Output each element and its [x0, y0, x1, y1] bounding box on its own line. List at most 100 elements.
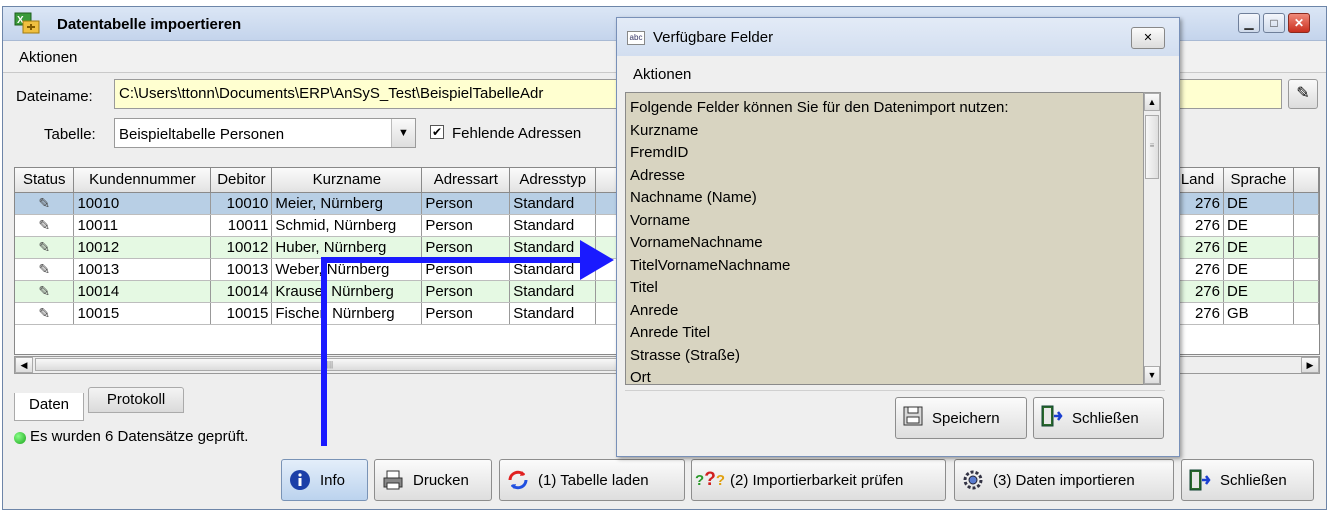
col-header-kurzname[interactable]: Kurzname — [271, 168, 423, 193]
status-edit-icon[interactable]: ✎ — [15, 192, 75, 215]
dialog-close-icon[interactable]: ✕ — [1131, 27, 1165, 49]
cell-adresstyp: Standard — [509, 236, 597, 259]
dialog-title: Verfügbare Felder — [653, 29, 774, 46]
fields-intro: Folgende Felder können Sie für den Daten… — [630, 99, 1009, 116]
scroll-down-icon[interactable]: ▼ — [1144, 366, 1160, 384]
cell-sprache: DE — [1223, 192, 1294, 215]
cell-debitor: 10012 — [210, 236, 273, 259]
dialog-menu-aktionen[interactable]: Aktionen — [633, 66, 691, 83]
cell-kundennummer: 10011 — [73, 214, 212, 237]
col-header-sprache[interactable]: Sprache — [1223, 168, 1294, 193]
table-select[interactable]: Beispieltabelle Personen ▼ — [114, 118, 416, 148]
reload-icon — [506, 468, 530, 492]
scroll-thumb[interactable]: ≡ — [1145, 115, 1159, 179]
status-edit-icon[interactable]: ✎ — [15, 258, 75, 281]
cell-filler — [1293, 236, 1319, 259]
col-header-status[interactable]: Status — [15, 168, 75, 193]
filename-label: Dateiname: — [16, 88, 93, 105]
cell-kurzname: Huber, Nürnberg — [271, 236, 423, 259]
scroll-thumb[interactable]: ||| — [35, 358, 625, 371]
field-item: Vorname — [630, 211, 691, 229]
cell-adressart: Person — [421, 302, 511, 325]
floppy-disk-icon — [902, 405, 924, 431]
cell-filler — [1293, 302, 1319, 325]
col-header-adressart[interactable]: Adressart — [421, 168, 511, 193]
close-label: Schließen — [1220, 471, 1287, 489]
cell-sprache: DE — [1223, 214, 1294, 237]
cell-kundennummer: 10014 — [73, 280, 212, 303]
status-edit-icon[interactable]: ✎ — [15, 214, 75, 237]
import-data-button[interactable]: (3) Daten importieren — [954, 459, 1174, 501]
cell-adresstyp: Standard — [509, 302, 597, 325]
status-edit-icon[interactable]: ✎ — [15, 280, 75, 303]
cell-adressart: Person — [421, 258, 511, 281]
cell-kurzname: Fischer, Nürnberg — [271, 302, 423, 325]
cell-sprache: GB — [1223, 302, 1294, 325]
field-item: FremdID — [630, 144, 689, 161]
cell-kundennummer: 10013 — [73, 258, 212, 281]
close-button[interactable]: Schließen — [1181, 459, 1314, 501]
tab-protokoll[interactable]: Protokoll — [88, 387, 184, 413]
close-icon[interactable]: ✕ — [1288, 13, 1310, 33]
field-list: Kurzname FremdID Adresse Nachname (Name) Vor… — [630, 120, 1154, 385]
field-item: Adresse — [630, 166, 686, 184]
field-item: Titel — [630, 279, 658, 296]
load-table-label: (1) Tabelle laden — [538, 471, 649, 489]
status-ok-icon — [14, 432, 26, 444]
cell-adressart: Person — [421, 280, 511, 303]
menu-aktionen[interactable]: Aktionen — [19, 49, 77, 66]
field-item: Strasse (Straße) — [630, 346, 741, 364]
status-edit-icon[interactable]: ✎ — [15, 302, 75, 325]
cell-debitor: 10011 — [210, 214, 273, 237]
cell-kurzname: Schmid, Nürnberg — [271, 214, 423, 237]
col-header-adresstyp[interactable]: Adresstyp — [509, 168, 597, 193]
dialog-close-button[interactable]: Schließen — [1033, 397, 1164, 439]
check-importability-label: (2) Importierbarkeit prüfen — [730, 471, 904, 489]
minimize-icon[interactable]: ▁ — [1238, 13, 1260, 33]
cell-adresstyp: Standard — [509, 214, 597, 237]
status-edit-icon[interactable]: ✎ — [15, 236, 75, 259]
cell-filler — [1293, 280, 1319, 303]
col-header-debitor[interactable]: Debitor — [210, 168, 273, 193]
scroll-left-icon[interactable]: ◀ — [15, 357, 33, 373]
window-title: Datentabelle impoertieren — [57, 16, 242, 33]
table-select-value: Beispieltabelle Personen — [119, 126, 285, 143]
tab-daten[interactable]: Daten — [14, 393, 84, 421]
check-importability-button[interactable]: ??? (2) Importierbarkeit prüfen — [691, 459, 946, 501]
cell-kundennummer: 10015 — [73, 302, 212, 325]
cell-filler — [1293, 214, 1319, 237]
maximize-icon[interactable]: □ — [1263, 13, 1285, 33]
printer-icon — [381, 468, 405, 492]
pin-button[interactable]: ✎ — [1288, 79, 1318, 109]
load-table-button[interactable]: (1) Tabelle laden — [499, 459, 685, 501]
cell-debitor: 10010 — [210, 192, 273, 215]
missing-addresses-checkbox[interactable]: ✔ — [430, 125, 444, 139]
cell-adresstyp: Standard — [509, 192, 597, 215]
vertical-scrollbar[interactable]: ▲ ≡ ▼ — [1143, 92, 1161, 385]
dialog-title-bar: abc Verfügbare Felder ✕ — [617, 18, 1179, 56]
cell-debitor: 10015 — [210, 302, 273, 325]
cell-adressart: Person — [421, 214, 511, 237]
chevron-down-icon[interactable]: ▼ — [391, 119, 415, 147]
field-item: Kurzname — [630, 121, 699, 139]
cell-debitor: 10013 — [210, 258, 273, 281]
cell-kurzname: Weber, Nürnberg — [271, 258, 423, 281]
save-label: Speichern — [932, 409, 1000, 427]
cell-sprache: DE — [1223, 258, 1294, 281]
field-item: VornameNachname — [630, 234, 763, 251]
cell-filler — [1293, 258, 1319, 281]
scroll-up-icon[interactable]: ▲ — [1144, 93, 1160, 111]
save-button[interactable]: Speichern — [895, 397, 1027, 439]
dialog-menu-bar: Aktionen — [617, 58, 1179, 88]
fields-text-area[interactable]: Folgende Felder können Sie für den Daten… — [625, 92, 1159, 385]
col-header-kundennummer[interactable]: Kundennummer — [73, 168, 212, 193]
cell-adresstyp: Standard — [509, 280, 597, 303]
scroll-right-icon[interactable]: ▶ — [1301, 357, 1319, 373]
cell-sprache: DE — [1223, 280, 1294, 303]
print-label: Drucken — [413, 471, 469, 489]
cell-filler — [1293, 192, 1319, 215]
info-button[interactable]: Info — [281, 459, 368, 501]
print-button[interactable]: Drucken — [374, 459, 492, 501]
cell-kurzname: Krause, Nürnberg — [271, 280, 423, 303]
cell-adressart: Person — [421, 236, 511, 259]
